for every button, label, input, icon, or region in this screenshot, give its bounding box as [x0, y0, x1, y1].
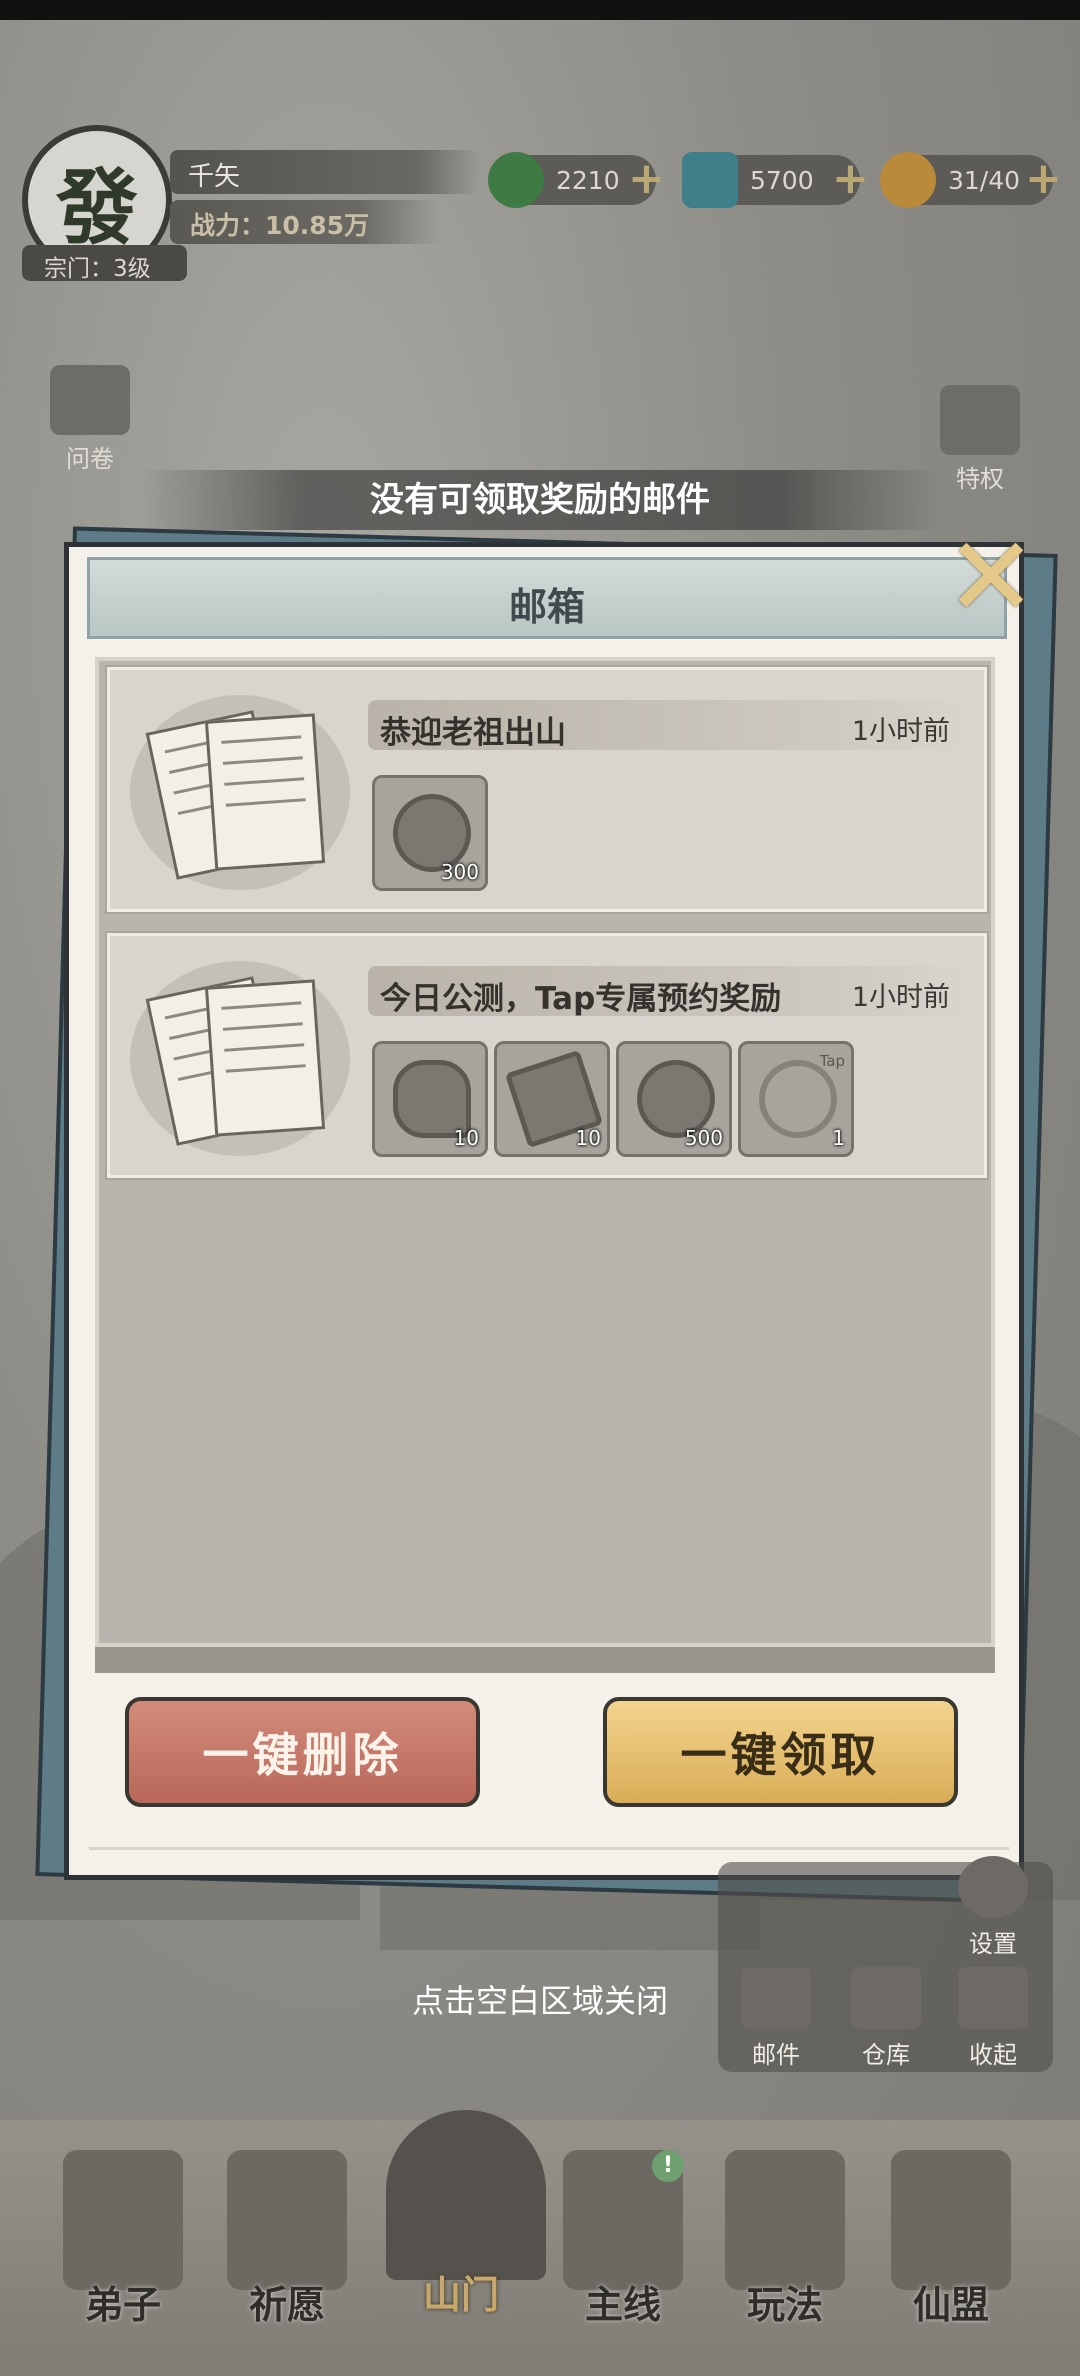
- mail-time: 1小时前: [851, 716, 950, 747]
- mail-button[interactable]: 邮件: [726, 1967, 826, 2070]
- mail-rewards: 300: [372, 775, 488, 891]
- settings-label: 设置: [969, 1930, 1017, 1958]
- reward-item[interactable]: 300: [372, 775, 488, 891]
- settings-button[interactable]: 设置: [943, 1856, 1043, 1959]
- add-gourd-button[interactable]: +: [1025, 157, 1062, 201]
- nav-disciples[interactable]: 弟子: [48, 2150, 198, 2329]
- gear-icon: [958, 1856, 1028, 1918]
- reward-qty: 500: [684, 1126, 723, 1150]
- mail-title: 今日公测，Tap专属预约奖励: [380, 981, 782, 1017]
- list-bottom-edge: [95, 1647, 995, 1673]
- mail-time: 1小时前: [851, 982, 950, 1013]
- reward-qty: 300: [440, 860, 479, 884]
- dialog-header: 邮箱: [87, 557, 1007, 639]
- nav-label: 山门: [422, 2273, 499, 2317]
- collapse-label: 收起: [969, 2041, 1017, 2069]
- nav-sect-gate[interactable]: 山门: [386, 2110, 546, 2319]
- status-bar: [0, 0, 1080, 20]
- mailbox-dialog: 邮箱 ✕ 恭迎老祖出山 1小时前 300 今日公测，Tap专属预约奖励 1小时前…: [64, 522, 1037, 1880]
- resource-jade: 2210 +: [488, 152, 665, 208]
- mail-title-bar: 恭迎老祖出山 1小时前: [368, 700, 968, 751]
- nav-wish[interactable]: 祈愿: [212, 2150, 362, 2329]
- delete-all-button[interactable]: 一键删除: [125, 1697, 480, 1807]
- player-name: 千矢: [188, 162, 241, 192]
- privilege-label: 特权: [956, 465, 1004, 493]
- mail-title: 恭迎老祖出山: [380, 715, 566, 751]
- reward-qty: 10: [453, 1126, 479, 1150]
- player-power: 战力：10.85万: [190, 211, 370, 240]
- mail-icon: [741, 1967, 811, 2029]
- tap-frame-icon: [759, 1060, 837, 1138]
- mail-list[interactable]: 恭迎老祖出山 1小时前 300 今日公测，Tap专属预约奖励 1小时前 10 1…: [95, 657, 995, 1647]
- reward-item[interactable]: 500: [616, 1041, 732, 1157]
- mail-item[interactable]: 恭迎老祖出山 1小时前 300: [105, 665, 989, 914]
- jade-coin-icon: [488, 152, 544, 208]
- toast-message: 没有可领取奖励的邮件: [140, 470, 940, 530]
- dialog-title: 邮箱: [508, 585, 585, 629]
- resource-crystal: 5700 +: [682, 152, 869, 208]
- survey-label: 问卷: [66, 445, 114, 473]
- add-jade-button[interactable]: +: [628, 157, 665, 201]
- nav-alliance[interactable]: 仙盟: [876, 2150, 1026, 2329]
- sect-level-text: 宗门：3级: [44, 256, 151, 282]
- nav-label: 玩法: [746, 2283, 823, 2327]
- nav-label: 祈愿: [248, 2283, 325, 2327]
- survey-button[interactable]: 问卷: [40, 365, 140, 475]
- resource-value: 5700: [750, 165, 814, 195]
- bottom-nav: 弟子 祈愿 山门 ! 主线 玩法 仙盟: [0, 2110, 1080, 2376]
- nav-label: 主线: [584, 2283, 661, 2327]
- nav-label: 弟子: [84, 2283, 161, 2327]
- corner-menu: 设置 邮件 仓库 收起: [718, 1856, 1053, 2072]
- crystal-icon: [682, 152, 738, 208]
- alliance-icon: [891, 2150, 1011, 2290]
- wish-icon: [227, 2150, 347, 2290]
- gate-icon: [386, 2110, 546, 2280]
- tap-badge: Tap: [819, 1052, 845, 1070]
- sect-level: 宗门：3级: [22, 245, 187, 282]
- player-power-bar: 战力：10.85万: [170, 200, 440, 244]
- collapse-button[interactable]: 收起: [943, 1967, 1043, 2070]
- nav-gameplay[interactable]: 玩法: [710, 2150, 860, 2329]
- player-name-bar: 千矢: [170, 150, 480, 194]
- letter-icon: [130, 961, 350, 1156]
- privilege-button[interactable]: 特权: [930, 385, 1030, 495]
- privilege-icon: [940, 385, 1020, 455]
- grid-icon: [958, 1967, 1028, 2029]
- close-button[interactable]: ✕: [941, 513, 1041, 641]
- nav-main-quest[interactable]: ! 主线: [548, 2150, 698, 2329]
- survey-icon: [50, 365, 130, 435]
- mail-title-bar: 今日公测，Tap专属预约奖励 1小时前: [368, 966, 968, 1017]
- reward-qty: 1: [832, 1126, 845, 1150]
- alert-badge: !: [652, 2150, 684, 2182]
- gourd-icon: [880, 152, 936, 208]
- avatar-glyph: 發: [55, 159, 138, 256]
- reward-item[interactable]: 10: [494, 1041, 610, 1157]
- reward-item[interactable]: 10: [372, 1041, 488, 1157]
- resource-gourd: 31/40 +: [880, 152, 1062, 208]
- warehouse-icon: [851, 1967, 921, 2029]
- mail-label: 邮件: [752, 2041, 800, 2069]
- gameplay-icon: [725, 2150, 845, 2290]
- reward-item[interactable]: Tap 1: [738, 1041, 854, 1157]
- claim-all-button[interactable]: 一键领取: [603, 1697, 958, 1807]
- warehouse-label: 仓库: [862, 2041, 910, 2069]
- nav-label: 仙盟: [912, 2283, 989, 2327]
- reward-qty: 10: [575, 1126, 601, 1150]
- disciple-icon: [63, 2150, 183, 2290]
- mail-rewards: 10 10 500 Tap 1: [372, 1041, 854, 1157]
- warehouse-button[interactable]: 仓库: [836, 1967, 936, 2070]
- resource-value: 31/40: [948, 165, 1021, 195]
- mail-item[interactable]: 今日公测，Tap专属预约奖励 1小时前 10 10 500 Tap 1: [105, 931, 989, 1180]
- close-icon: ✕: [944, 513, 1038, 641]
- letter-icon: [130, 695, 350, 890]
- resource-value: 2210: [556, 165, 620, 195]
- add-crystal-button[interactable]: +: [832, 157, 869, 201]
